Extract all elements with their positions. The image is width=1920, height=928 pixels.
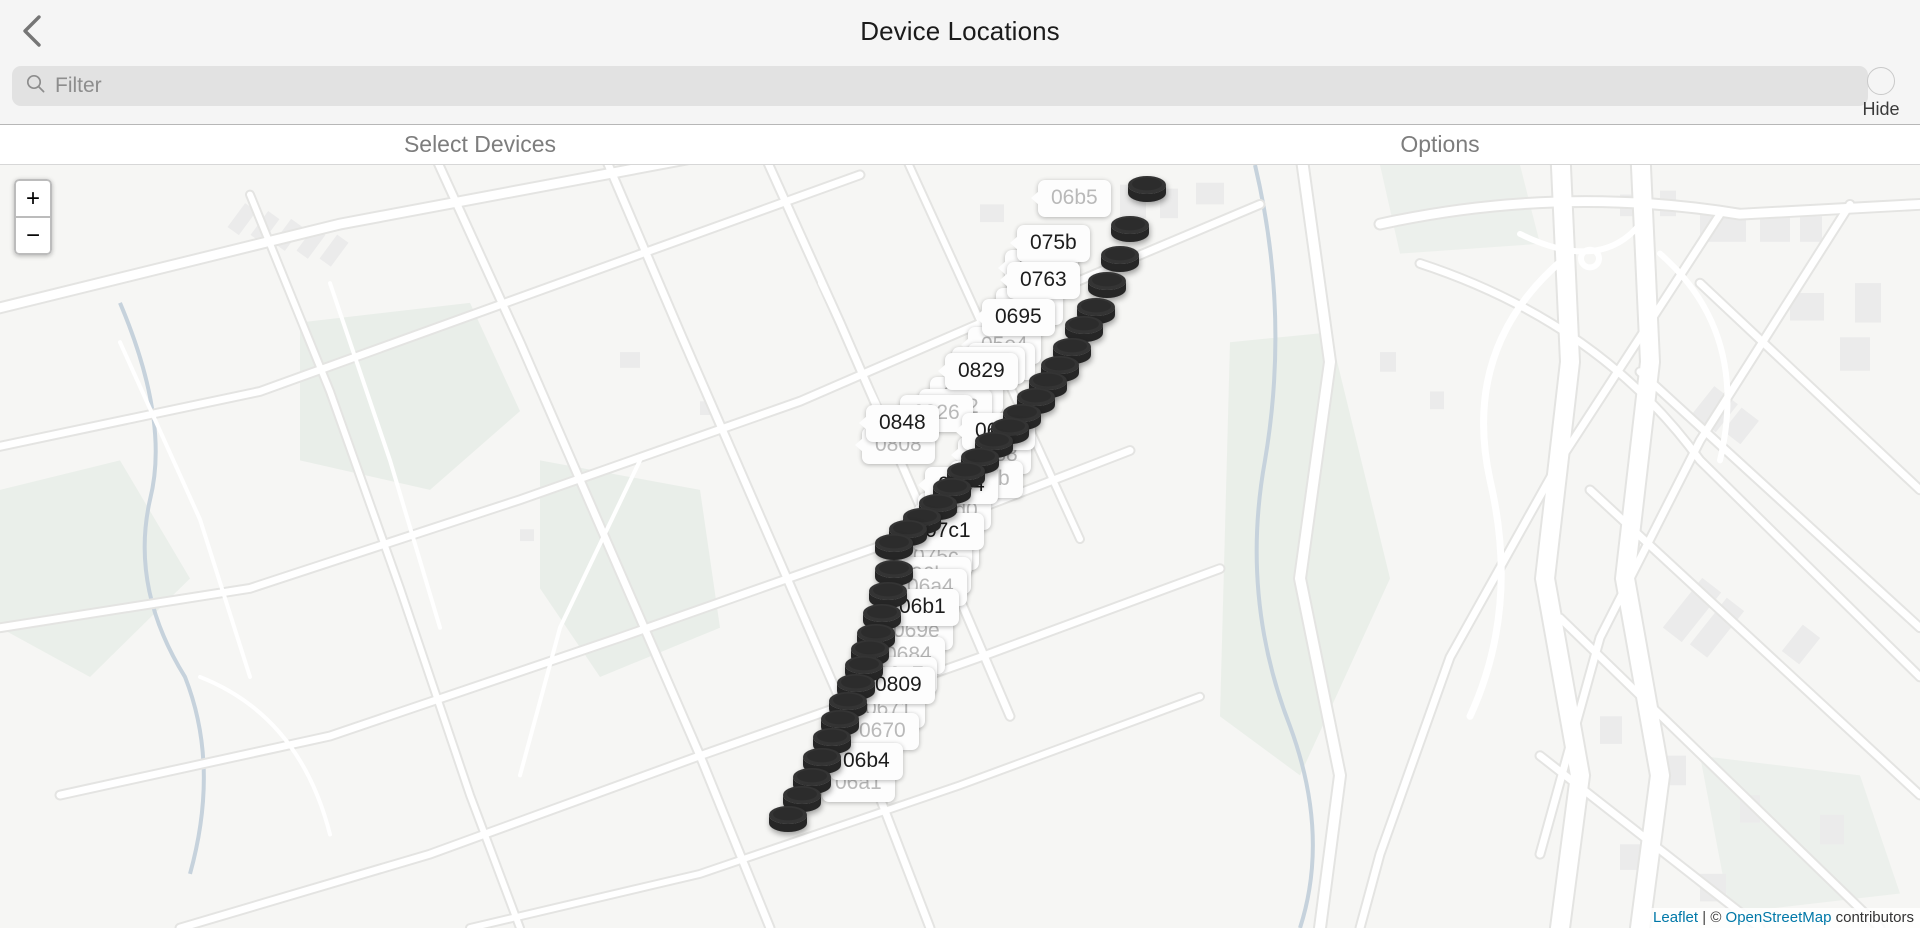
map-zoom-control[interactable]: + −	[14, 179, 52, 255]
device-label-0763[interactable]: 0763	[1000, 262, 1080, 299]
device-label-0829[interactable]: 0829	[938, 353, 1018, 390]
device-label-0695[interactable]: 0695	[975, 299, 1055, 336]
device-marker-06b5[interactable]	[1125, 173, 1169, 212]
map-attribution: Leaflet | © OpenStreetMap contributors	[1645, 908, 1920, 928]
hide-toggle-circle[interactable]	[1867, 67, 1895, 95]
search-input[interactable]	[55, 74, 1854, 98]
hide-toggle[interactable]: Hide	[1850, 62, 1912, 120]
tab-options[interactable]: Options	[960, 125, 1920, 164]
zoom-out-button[interactable]: −	[14, 217, 52, 255]
map-canvas[interactable]: + − 06b5075b0714076306f1069505e405f206a5…	[0, 164, 1920, 928]
device-label-06b5[interactable]: 06b5	[1031, 180, 1111, 217]
device-marker-06a1[interactable]	[766, 803, 810, 842]
chevron-left-icon	[20, 14, 44, 48]
device-label-0848[interactable]: 0848	[859, 405, 939, 442]
hide-toggle-label: Hide	[1862, 99, 1900, 119]
title-bar: Device Locations	[0, 0, 1920, 62]
tab-select-devices[interactable]: Select Devices	[0, 125, 960, 164]
attribution-separator: |	[1702, 909, 1707, 926]
tab-bar: Select Devices Options	[0, 124, 1920, 164]
zoom-in-button[interactable]: +	[14, 179, 52, 217]
search-icon	[26, 74, 45, 98]
back-button[interactable]	[0, 0, 64, 62]
device-locations-screen: Device Locations Hide Select Devices Opt…	[0, 0, 1920, 928]
openstreetmap-link[interactable]: OpenStreetMap	[1726, 909, 1832, 926]
page-title: Device Locations	[860, 15, 1060, 46]
filter-bar: Hide	[0, 62, 1920, 124]
device-label-075b[interactable]: 075b	[1010, 225, 1090, 262]
leaflet-link[interactable]: Leaflet	[1653, 909, 1698, 926]
copyright-symbol: ©	[1710, 909, 1722, 926]
search-field-container[interactable]	[12, 66, 1868, 106]
contributors-label: contributors	[1835, 909, 1914, 926]
